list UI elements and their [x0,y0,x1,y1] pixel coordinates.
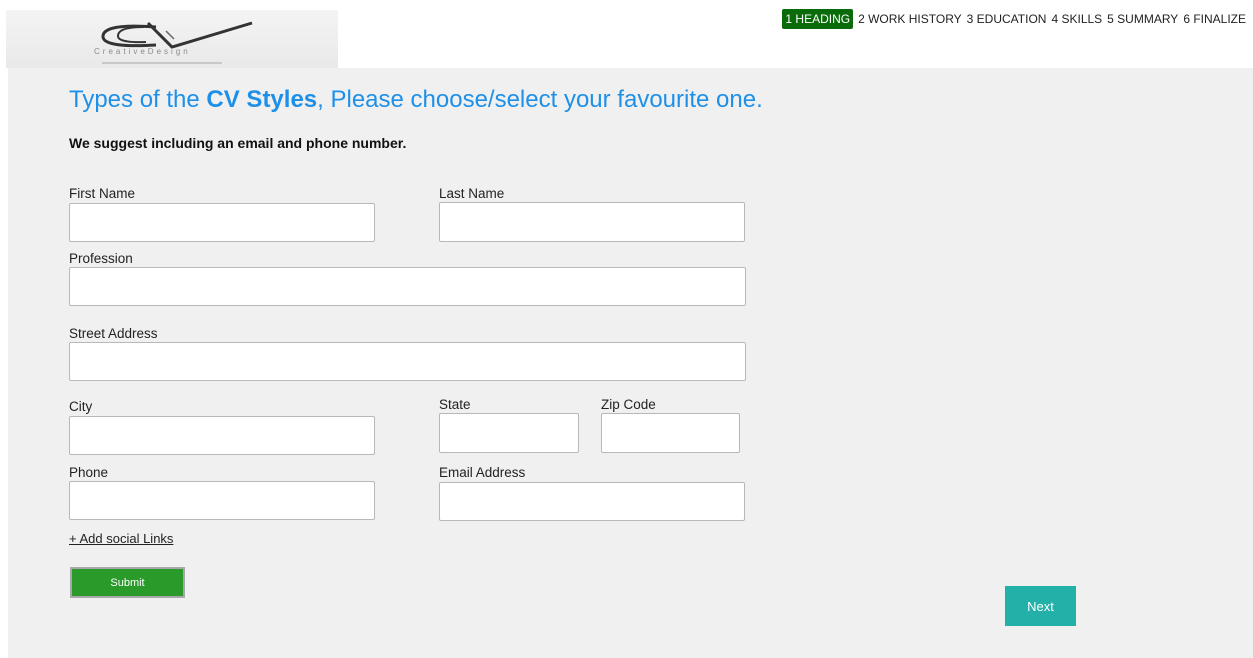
profession-label: Profession [69,251,133,266]
logo-tagline-line [102,62,222,64]
cv-logo-icon [101,21,253,49]
title-prefix: Types of the [69,86,207,113]
step-summary[interactable]: 5 SUMMARY [1107,10,1178,28]
email-input[interactable] [439,482,745,521]
add-social-links-link[interactable]: + Add social Links [69,531,173,546]
logo: CreativeDesign [6,10,338,68]
suggestion-text: We suggest including an email and phone … [69,135,407,151]
progress-steps: 1 HEADING 2 WORK HISTORY 3 EDUCATION 4 S… [782,9,1246,29]
submit-button[interactable]: Submit [70,567,185,598]
state-label: State [439,397,471,412]
step-skills[interactable]: 4 SKILLS [1051,10,1102,28]
next-button[interactable]: Next [1005,586,1076,626]
city-label: City [69,399,93,414]
step-finalize[interactable]: 6 FINALIZE [1183,10,1246,28]
step-education[interactable]: 3 EDUCATION [967,10,1047,28]
city-input[interactable] [69,416,375,455]
step-work-history[interactable]: 2 WORK HISTORY [858,10,962,28]
first-name-input[interactable] [69,203,375,242]
street-address-label: Street Address [69,326,158,341]
street-address-input[interactable] [69,342,746,381]
state-input[interactable] [439,413,579,453]
title-emphasis: CV Styles [206,86,318,113]
logo-wordmark: CreativeDesign [94,47,191,56]
zip-code-label: Zip Code [601,397,656,412]
step-heading[interactable]: 1 HEADING [782,9,854,29]
profession-input[interactable] [69,267,746,306]
email-label: Email Address [439,465,526,480]
phone-input[interactable] [69,481,375,520]
phone-label: Phone [69,465,109,480]
title-suffix: , Please choose/select your favourite on… [317,86,763,113]
first-name-label: First Name [69,186,136,201]
zip-code-input[interactable] [601,413,740,453]
last-name-label: Last Name [439,186,505,201]
page-title: Types of the CV Styles, Please choose/se… [69,86,763,114]
last-name-input[interactable] [439,202,745,242]
